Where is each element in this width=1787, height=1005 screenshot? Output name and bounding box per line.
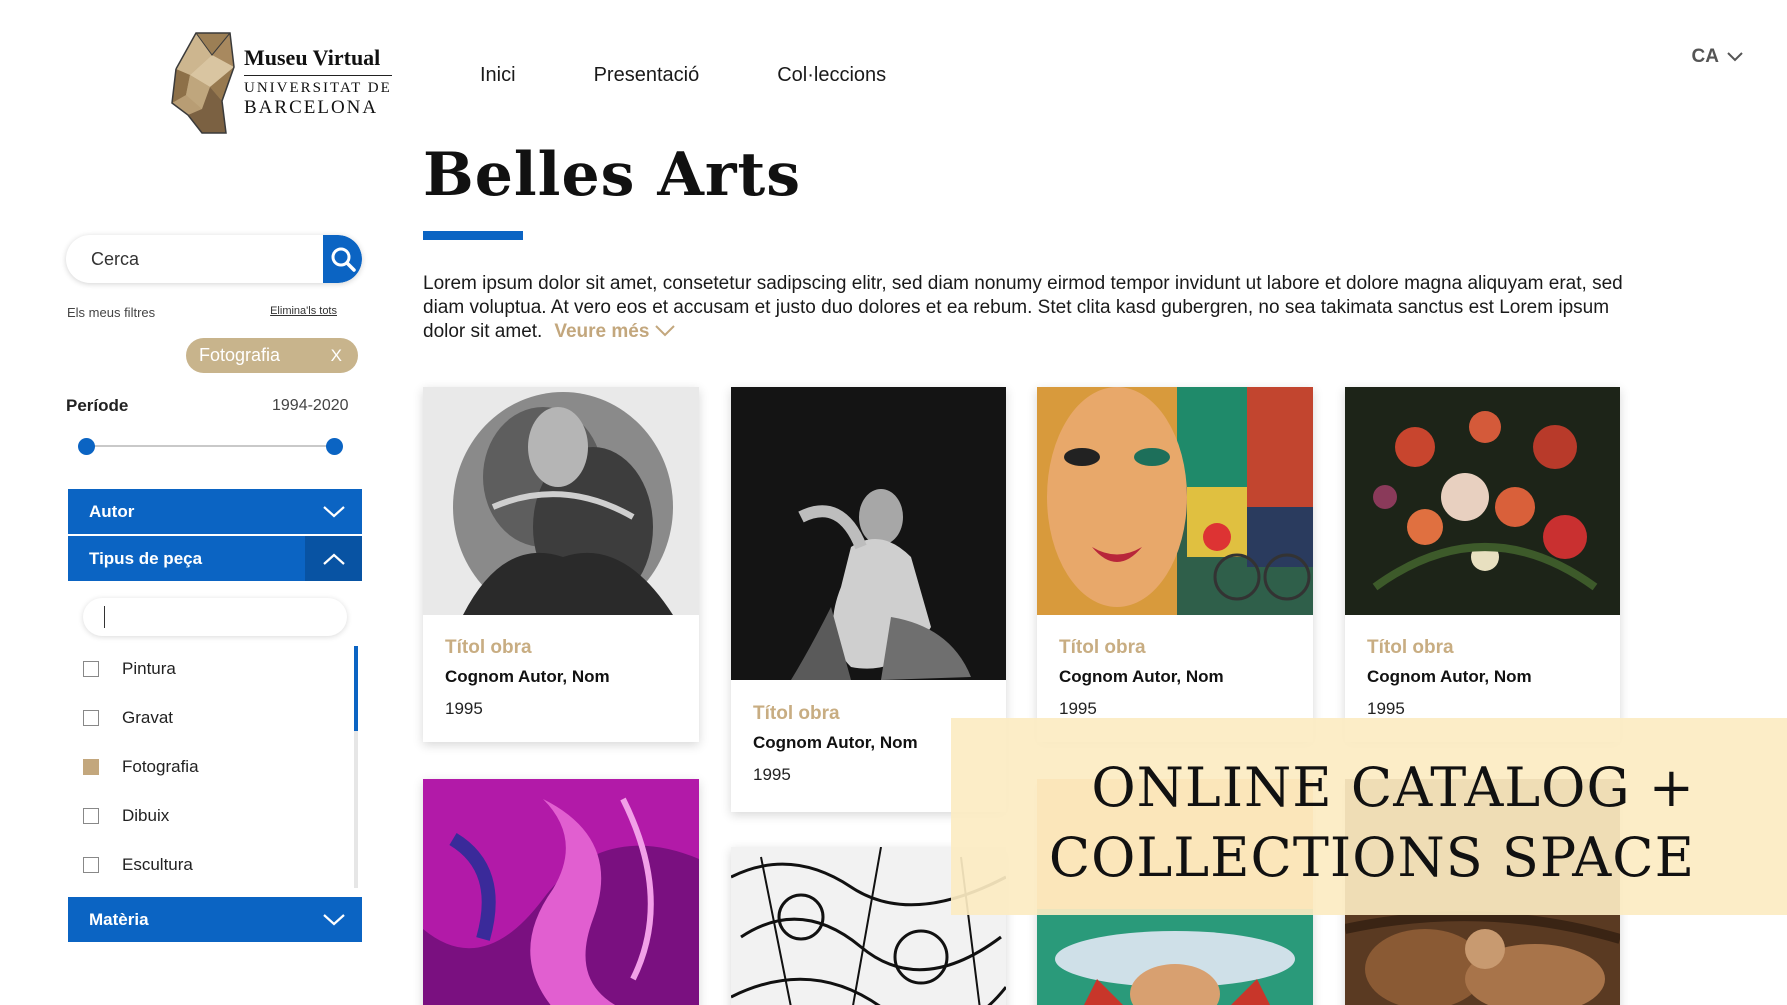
card-year: 1995 xyxy=(753,765,791,784)
search-icon xyxy=(331,247,356,272)
overlay-line-2: COLLECTIONS SPACE xyxy=(1048,826,1695,889)
artwork-card[interactable]: Títol obra Cognom Autor, Nom 1995 xyxy=(1345,387,1620,742)
accordion-author-toggle[interactable] xyxy=(305,489,362,534)
my-filters-row: Els meus filtres Elimina'ls tots xyxy=(67,305,337,320)
card-author: Cognom Autor, Nom xyxy=(445,667,610,686)
option-fotografia[interactable]: Fotografia xyxy=(83,742,199,791)
card-author: Cognom Autor, Nom xyxy=(1367,667,1532,686)
clear-filters-link[interactable]: Elimina'ls tots xyxy=(270,305,337,320)
checkbox[interactable] xyxy=(83,709,99,726)
scrollbar-thumb[interactable] xyxy=(354,646,358,731)
nav-item-inici[interactable]: Inici xyxy=(480,64,516,87)
card-year: 1995 xyxy=(1059,699,1097,718)
logo-subtitle-2: BARCELONA xyxy=(244,97,379,118)
option-dibuix[interactable]: Dibuix xyxy=(83,791,199,840)
text-caret xyxy=(104,606,105,628)
card-meta: Títol obra Cognom Autor, Nom 1995 xyxy=(1367,637,1532,719)
option-label: Pintura xyxy=(122,658,176,678)
options-scrollbar[interactable] xyxy=(354,646,358,888)
card-title: Títol obra xyxy=(753,703,840,724)
intro-paragraph: Lorem ipsum dolor sit amet, consetetur s… xyxy=(423,272,1623,344)
slider-track xyxy=(86,445,342,447)
artwork-card[interactable]: Títol obra Cognom Autor, Nom 1995 xyxy=(423,387,699,742)
accordion-piece-type[interactable]: Tipus de peça xyxy=(68,536,362,581)
language-selector[interactable]: CA xyxy=(1692,46,1743,68)
card-author: Cognom Autor, Nom xyxy=(1059,667,1224,686)
checkbox-checked[interactable] xyxy=(83,758,99,775)
option-escultura[interactable]: Escultura xyxy=(83,840,199,889)
main-nav: Inici Presentació Col·leccions xyxy=(480,64,964,87)
my-filters-label: Els meus filtres xyxy=(67,305,156,320)
chip-label: Fotografia xyxy=(199,345,281,365)
slider-max-handle[interactable] xyxy=(326,438,343,455)
option-pintura[interactable]: Pintura xyxy=(83,644,199,693)
card-title: Títol obra xyxy=(1367,637,1454,658)
artwork-image-street-mural xyxy=(1037,387,1313,615)
accordion-piece-type-label: Tipus de peça xyxy=(89,548,203,568)
piece-type-options: Pintura Gravat Fotografia Dibuix Escultu… xyxy=(83,644,199,889)
chevron-down-icon xyxy=(322,505,345,517)
active-filter-chip: Fotografia X xyxy=(186,338,358,373)
chevron-down-icon xyxy=(654,325,675,337)
accordion-piece-type-toggle[interactable] xyxy=(305,536,362,581)
promo-overlay-banner: ONLINE CATALOG + COLLECTIONS SPACE xyxy=(951,718,1787,915)
faceted-head-logo-icon xyxy=(171,32,235,134)
accordion-author[interactable]: Autor xyxy=(68,489,362,534)
nav-item-presentacio[interactable]: Presentació xyxy=(594,64,700,87)
logo-subtitle-1: UNIVERSITAT DE xyxy=(244,80,392,96)
nav-item-colleccions[interactable]: Col·leccions xyxy=(777,64,886,87)
artwork-image-marble-statue xyxy=(731,387,1006,680)
card-author: Cognom Autor, Nom xyxy=(753,733,918,752)
chip-close-button[interactable]: X xyxy=(331,346,342,366)
card-year: 1995 xyxy=(445,699,483,718)
option-label: Escultura xyxy=(122,854,193,874)
accordion-material-label: Matèria xyxy=(89,909,149,929)
option-gravat[interactable]: Gravat xyxy=(83,693,199,742)
read-more-label: Veure més xyxy=(554,321,650,342)
read-more-link[interactable]: Veure més xyxy=(554,321,675,342)
option-label: Fotografia xyxy=(122,756,199,776)
artwork-card[interactable] xyxy=(423,779,699,1005)
period-label: Període xyxy=(66,396,129,415)
artwork-image-sculpture-bw xyxy=(423,387,699,615)
overlay-line-1: ONLINE CATALOG + xyxy=(1091,756,1695,819)
card-year: 1995 xyxy=(1367,699,1405,718)
language-label: CA xyxy=(1691,46,1719,67)
artwork-image-flower-still-life xyxy=(1345,387,1620,615)
period-value: 1994-2020 xyxy=(272,397,349,414)
card-title: Títol obra xyxy=(1059,637,1146,658)
checkbox[interactable] xyxy=(83,807,99,824)
chevron-up-icon xyxy=(322,553,345,565)
option-label: Dibuix xyxy=(122,805,170,825)
search-input[interactable] xyxy=(66,235,323,283)
card-meta: Títol obra Cognom Autor, Nom 1995 xyxy=(753,703,918,785)
slider-min-handle[interactable] xyxy=(78,438,95,455)
card-meta: Títol obra Cognom Autor, Nom 1995 xyxy=(445,637,610,719)
period-range-slider xyxy=(78,438,343,455)
checkbox[interactable] xyxy=(83,660,99,677)
search-button[interactable] xyxy=(323,235,362,283)
card-meta: Títol obra Cognom Autor, Nom 1995 xyxy=(1059,637,1224,719)
piece-type-search-input[interactable] xyxy=(83,598,347,636)
accordion-material-toggle[interactable] xyxy=(305,897,362,942)
checkbox[interactable] xyxy=(83,856,99,873)
museum-logo[interactable]: Museu Virtual UNIVERSITAT DE BARCELONA xyxy=(166,28,396,136)
accordion-author-label: Autor xyxy=(89,501,135,521)
accordion-material[interactable]: Matèria xyxy=(68,897,362,942)
artwork-card[interactable]: Títol obra Cognom Autor, Nom 1995 xyxy=(1037,387,1313,742)
logo-title: Museu Virtual xyxy=(244,45,392,76)
artwork-image-abstract-magenta xyxy=(423,779,699,1005)
title-underline xyxy=(423,231,523,240)
search-box xyxy=(66,235,362,283)
page-title: Belles Arts xyxy=(423,140,801,210)
card-title: Títol obra xyxy=(445,637,532,658)
chevron-down-icon xyxy=(1727,52,1743,62)
chevron-down-icon xyxy=(322,913,345,925)
option-label: Gravat xyxy=(122,707,174,727)
